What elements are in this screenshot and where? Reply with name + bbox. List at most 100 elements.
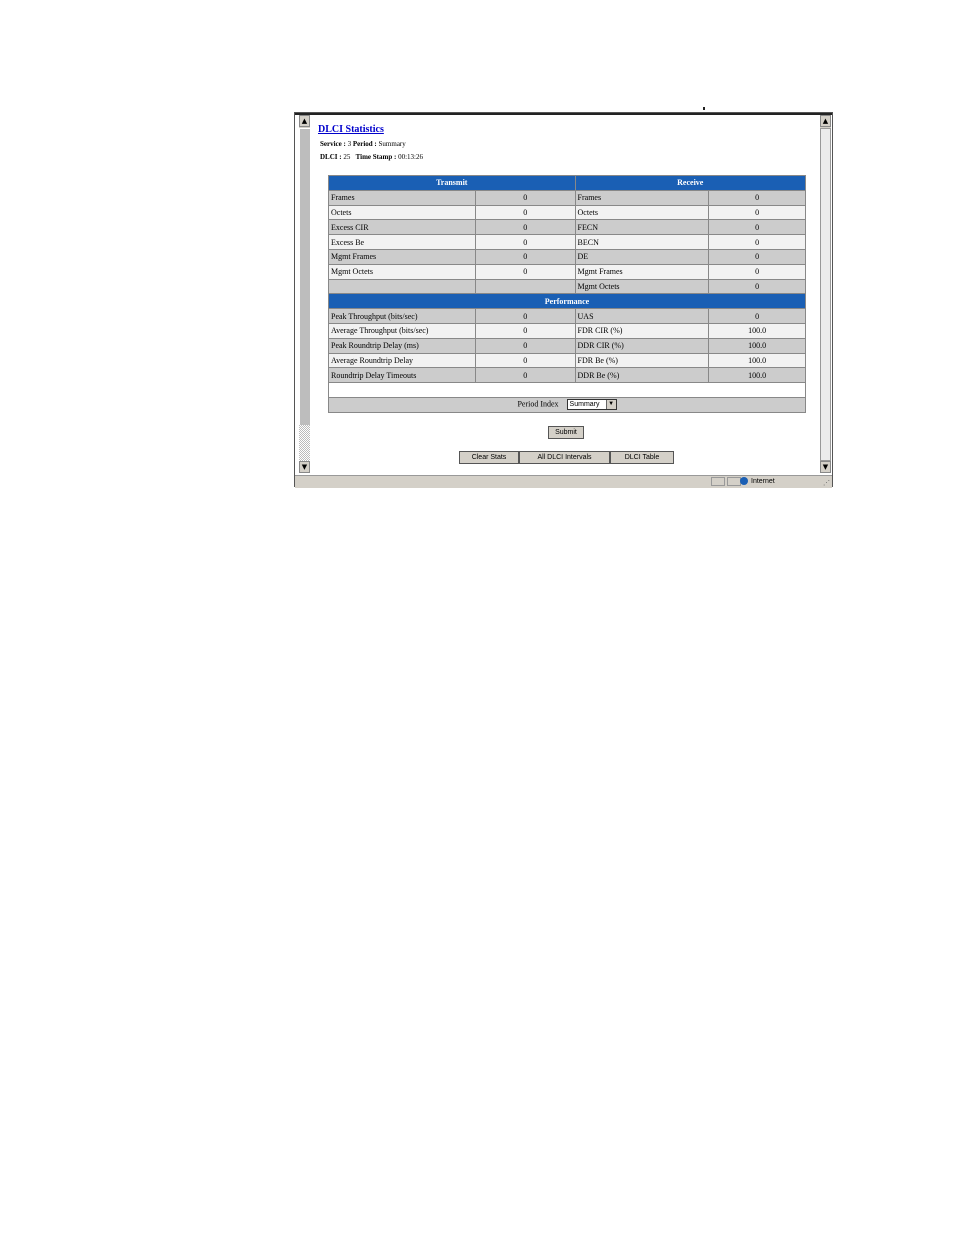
rx-label: Mgmt Octets bbox=[574, 278, 710, 295]
perf-right-value: 100.0 bbox=[708, 337, 806, 354]
perf-right-label: DDR Be (%) bbox=[574, 367, 710, 384]
table-row: Mgmt Frames 0 DE 0 bbox=[328, 248, 806, 265]
spacer-row bbox=[328, 382, 806, 398]
receive-header: Receive bbox=[574, 175, 807, 191]
right-scrollbar-thumb[interactable] bbox=[820, 128, 831, 461]
perf-right-value: 100.0 bbox=[708, 352, 806, 369]
timestamp-value: 00:13:26 bbox=[398, 153, 423, 161]
tx-value: 0 bbox=[474, 204, 576, 221]
perf-left-value: 0 bbox=[474, 367, 576, 384]
dlci-label: DLCI : bbox=[320, 153, 342, 161]
tx-label: Excess CIR bbox=[328, 219, 476, 236]
table-row: Mgmt Octets 0 bbox=[328, 278, 806, 295]
table-row: Roundtrip Delay Timeouts 0 DDR Be (%) 10… bbox=[328, 367, 806, 384]
rx-label: Octets bbox=[574, 204, 710, 221]
browser-window: ▲ ▼ DLCI Statistics Service : 3 Period :… bbox=[294, 112, 833, 488]
rx-value: 0 bbox=[708, 234, 806, 250]
right-scrollbar[interactable]: ▲ ▼ bbox=[820, 115, 831, 473]
tx-label: Mgmt Octets bbox=[328, 263, 476, 280]
tx-value: 0 bbox=[474, 248, 576, 265]
period-value: Summary bbox=[378, 140, 406, 148]
table-row: Average Throughput (bits/sec) 0 FDR CIR … bbox=[328, 322, 806, 339]
perf-right-label: UAS bbox=[574, 308, 710, 324]
perf-right-value: 100.0 bbox=[708, 367, 806, 384]
tx-label bbox=[328, 278, 476, 295]
rx-label: Mgmt Frames bbox=[574, 263, 710, 280]
page-content: DLCI Statistics Service : 3 Period : Sum… bbox=[312, 115, 818, 473]
tx-value: 0 bbox=[474, 219, 576, 236]
rx-value: 0 bbox=[708, 263, 806, 280]
perf-left-label: Peak Throughput (bits/sec) bbox=[328, 308, 476, 324]
tx-value: 0 bbox=[474, 234, 576, 250]
status-pane bbox=[711, 477, 725, 486]
perf-right-label: FDR Be (%) bbox=[574, 352, 710, 369]
period-index-label: Period Index bbox=[517, 399, 559, 409]
tx-value: 0 bbox=[474, 189, 576, 206]
dlci-timestamp-line: DLCI : 25 Time Stamp : 00:13:26 bbox=[320, 153, 423, 161]
timestamp-label: Time Stamp : bbox=[355, 153, 397, 161]
status-bar: Internet ⋰ bbox=[295, 475, 832, 488]
zone-label: Internet bbox=[751, 478, 775, 485]
all-dlci-intervals-button[interactable]: All DLCI Intervals bbox=[519, 451, 610, 464]
rx-value: 0 bbox=[708, 248, 806, 265]
security-zone: Internet bbox=[740, 476, 775, 488]
perf-left-value: 0 bbox=[474, 308, 576, 324]
globe-icon bbox=[740, 477, 748, 486]
table-row: Excess Be 0 BECN 0 bbox=[328, 234, 806, 250]
scroll-up-arrow-icon[interactable]: ▲ bbox=[299, 115, 310, 127]
table-row: Peak Roundtrip Delay (ms) 0 DDR CIR (%) … bbox=[328, 337, 806, 354]
page-tick-mark bbox=[703, 107, 705, 110]
service-value: 3 bbox=[347, 140, 352, 148]
resize-grip-icon[interactable]: ⋰ bbox=[823, 479, 830, 487]
left-scrollbar-track[interactable] bbox=[299, 425, 310, 461]
scroll-down-arrow-icon[interactable]: ▼ bbox=[299, 461, 310, 473]
rx-value: 0 bbox=[708, 278, 806, 295]
left-scrollbar[interactable]: ▲ ▼ bbox=[299, 115, 310, 473]
dlci-value: 25 bbox=[343, 153, 351, 161]
stats-table: Transmit Receive Frames 0 Frames 0 Octet… bbox=[328, 175, 807, 413]
left-scrollbar-thumb[interactable] bbox=[299, 128, 310, 425]
perf-left-value: 0 bbox=[474, 337, 576, 354]
scroll-down-arrow-icon[interactable]: ▼ bbox=[820, 461, 831, 473]
rx-label: BECN bbox=[574, 234, 710, 250]
status-pane bbox=[727, 477, 741, 486]
clear-stats-button[interactable]: Clear Stats bbox=[459, 451, 519, 464]
submit-button[interactable]: Submit bbox=[548, 426, 584, 439]
scroll-up-arrow-icon[interactable]: ▲ bbox=[820, 115, 831, 127]
transmit-receive-header: Transmit Receive bbox=[328, 175, 807, 191]
performance-header-row: Performance bbox=[328, 293, 806, 310]
period-index-select[interactable]: Summary ▼ bbox=[566, 399, 617, 411]
table-row: Octets 0 Octets 0 bbox=[328, 204, 806, 221]
table-row: Excess CIR 0 FECN 0 bbox=[328, 219, 806, 236]
performance-header: Performance bbox=[328, 293, 806, 310]
perf-right-value: 0 bbox=[708, 308, 806, 324]
tx-label: Frames bbox=[328, 189, 476, 206]
chevron-down-icon[interactable]: ▼ bbox=[605, 400, 616, 410]
period-index-cell: Period Index Summary ▼ bbox=[328, 396, 806, 413]
perf-right-value: 100.0 bbox=[708, 322, 806, 339]
rx-value: 0 bbox=[708, 219, 806, 236]
perf-left-label: Roundtrip Delay Timeouts bbox=[328, 367, 476, 384]
tx-label: Mgmt Frames bbox=[328, 248, 476, 265]
tx-value bbox=[474, 278, 576, 295]
table-row: Mgmt Octets 0 Mgmt Frames 0 bbox=[328, 263, 806, 280]
service-period-line: Service : 3 Period : Summary bbox=[320, 140, 406, 148]
rx-label: FECN bbox=[574, 219, 710, 236]
tx-value: 0 bbox=[474, 263, 576, 280]
rx-value: 0 bbox=[708, 204, 806, 221]
perf-left-label: Average Throughput (bits/sec) bbox=[328, 322, 476, 339]
rx-label: DE bbox=[574, 248, 710, 265]
perf-right-label: FDR CIR (%) bbox=[574, 322, 710, 339]
period-index-value: Summary bbox=[569, 401, 600, 409]
tx-label: Excess Be bbox=[328, 234, 476, 250]
perf-left-label: Average Roundtrip Delay bbox=[328, 352, 476, 369]
perf-left-value: 0 bbox=[474, 352, 576, 369]
rx-value: 0 bbox=[708, 189, 806, 206]
spacer-cell bbox=[328, 382, 806, 398]
page-title[interactable]: DLCI Statistics bbox=[318, 124, 384, 135]
perf-right-label: DDR CIR (%) bbox=[574, 337, 710, 354]
perf-left-label: Peak Roundtrip Delay (ms) bbox=[328, 337, 476, 354]
perf-left-value: 0 bbox=[474, 322, 576, 339]
dlci-table-button[interactable]: DLCI Table bbox=[610, 451, 674, 464]
period-label: Period : bbox=[352, 140, 377, 148]
